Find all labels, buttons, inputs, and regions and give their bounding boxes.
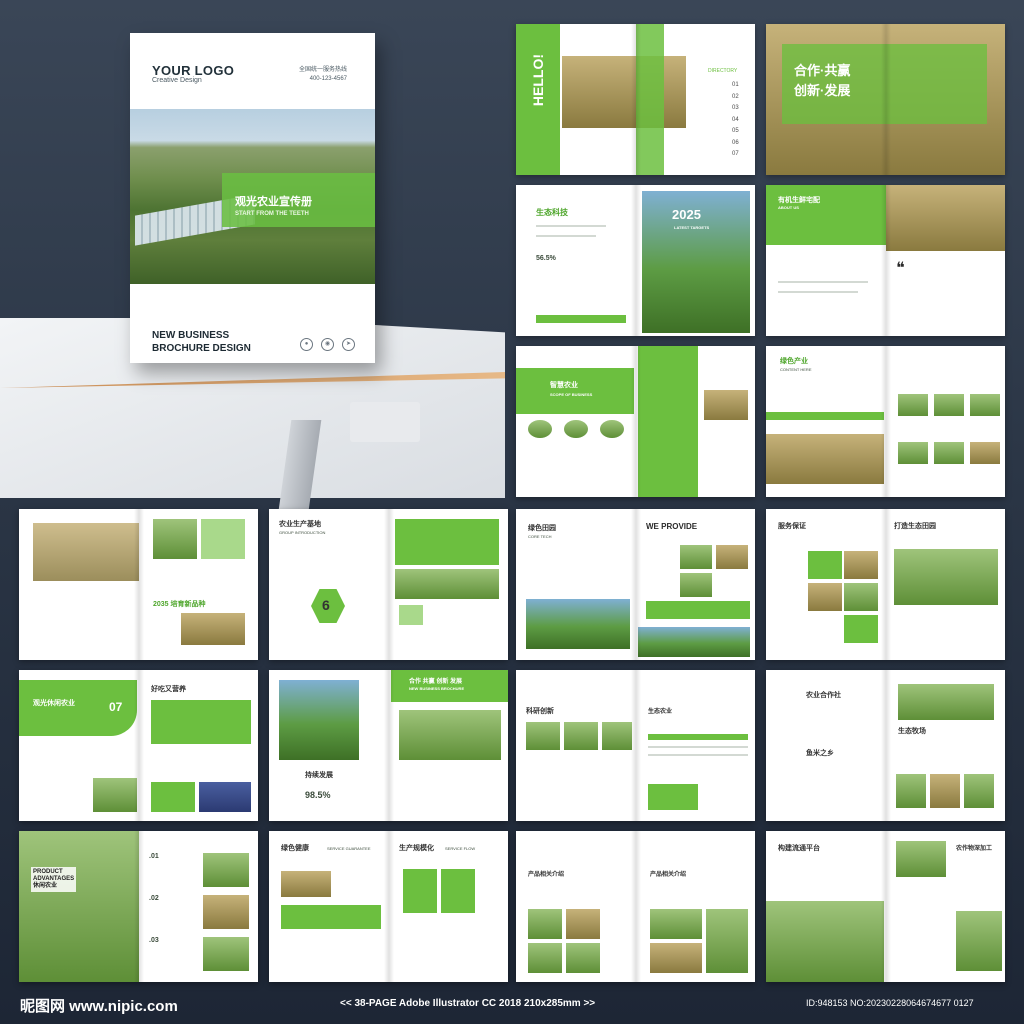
cover-logo: YOUR LOGO bbox=[152, 63, 235, 78]
breed-title: 2035 培育新品种 bbox=[153, 601, 206, 608]
latest-targets: LATEST TARGETS bbox=[674, 225, 710, 230]
product-intro-title-2: 产品相关介绍 bbox=[650, 872, 687, 878]
d01: .01 bbox=[149, 853, 159, 860]
cover-hotline: 全国统一服务热线 400-123-4567 bbox=[299, 66, 347, 84]
core-tech: CORE TECH bbox=[528, 534, 552, 539]
coop2-title: 合作 共赢 创新 发展 bbox=[409, 679, 463, 685]
green-ind-title: 绿色产业 bbox=[780, 358, 808, 365]
directory-list: 01 02 03 04 05 06 07 bbox=[732, 82, 739, 157]
organic-title: 有机生鲜宅配 bbox=[778, 197, 820, 204]
prod-scale-title: 生产规模化 bbox=[399, 845, 434, 852]
sustain-title: 持续发展 bbox=[305, 772, 333, 779]
spread-green-ind: 绿色产业 CONTENT HERE bbox=[766, 346, 1005, 497]
spread-service: 服务保证 打造生态田园 bbox=[766, 509, 1005, 660]
about-us: ABOUT US bbox=[778, 205, 799, 210]
spread-coop: 合作·共赢 创新·发展 bbox=[766, 24, 1005, 175]
cover-subtitle: START FROM THE TEETH bbox=[235, 211, 309, 217]
spread-hello: HELLO! DIRECTORY 01 02 03 04 05 06 07 bbox=[516, 24, 755, 175]
good-taste-title: 好吃又营养 bbox=[151, 686, 186, 693]
eco-tech-title: 生态科技 bbox=[536, 208, 568, 217]
spread-eco-tech: 生态科技 56.5% 2025 LATEST TARGETS bbox=[516, 185, 755, 336]
hotline-number: 400-123-4567 bbox=[309, 76, 347, 82]
agri-coop-title: 农业合作社 bbox=[806, 692, 841, 699]
leisure-title: 观光休闲农业 bbox=[33, 700, 75, 707]
num07: 07 bbox=[109, 700, 123, 714]
service-guar: SERVICE GUARANTEE bbox=[327, 846, 371, 851]
fish-rice-title: 鱼米之乡 bbox=[806, 750, 834, 757]
spread-organic: 有机生鲜宅配 ABOUT US ❝ bbox=[766, 185, 1005, 336]
spread-breed: 2035 培育新品种 bbox=[19, 509, 258, 660]
scope-text: SCOPE OF BUSINESS bbox=[550, 392, 593, 397]
spread-green-field: 绿色田园 CORE TECH WE PROVIDE bbox=[516, 509, 755, 660]
brochure-cover: YOUR LOGO Creative Design 全国统一服务热线 400-1… bbox=[130, 33, 375, 363]
directory-label: DIRECTORY bbox=[708, 68, 738, 74]
deep-proc-title: 农作物深加工 bbox=[956, 846, 993, 852]
product-adv-title: PRODUCT ADVANTAGES 休闲农业 bbox=[31, 867, 77, 892]
year-text: 2025 bbox=[672, 207, 701, 222]
service-flow: SERVICE FLOW bbox=[445, 846, 476, 851]
green-health-title: 绿色健康 bbox=[281, 845, 309, 852]
research-title: 科研创新 bbox=[526, 708, 554, 715]
quote-icon: ❝ bbox=[896, 260, 905, 277]
spread-agri-coop: 农业合作社 生态牧场 鱼米之乡 bbox=[766, 670, 1005, 821]
platform-title: 构建流通平台 bbox=[778, 845, 820, 852]
cover-icons: ● ◉ ➤ bbox=[300, 338, 355, 351]
spread-product-adv: PRODUCT ADVANTAGES 休闲农业 .01 .02 .03 bbox=[19, 831, 258, 982]
pct2-value: 98.5% bbox=[305, 790, 331, 800]
cover-logo-sub: Creative Design bbox=[152, 77, 202, 84]
pin-icon: ◉ bbox=[321, 338, 334, 351]
location-icon: ● bbox=[300, 338, 313, 351]
coop-text: 合作·共赢 bbox=[794, 63, 851, 78]
build-field-title: 打造生态田园 bbox=[894, 523, 936, 530]
spread-platform: 构建流通平台 农作物深加工 bbox=[766, 831, 1005, 982]
spread-research: 科研创新 生态农业 bbox=[516, 670, 755, 821]
spread-leisure: 观光休闲农业 07 好吃又营养 bbox=[19, 670, 258, 821]
content-here-1: CONTENT HERE bbox=[780, 367, 812, 372]
site-watermark: 昵图网 www.nipic.com bbox=[20, 998, 178, 1015]
spread-base: 农业生产基地 GROUP INTRODUCTION 6 bbox=[269, 509, 508, 660]
service-title: 服务保证 bbox=[778, 523, 806, 530]
spread-product-intro: 产品相关介绍 产品相关介绍 bbox=[516, 831, 755, 982]
six-number: 6 bbox=[322, 597, 330, 613]
send-icon: ➤ bbox=[342, 338, 355, 351]
image-id: ID:948153 NO:20230228064674677 0127 bbox=[806, 998, 974, 1008]
spread-coop2: 持续发展 98.5% 合作 共赢 创新 发展 NEW BUSINESS BROC… bbox=[269, 670, 508, 821]
base-title: 农业生产基地 bbox=[279, 521, 321, 528]
spread-smart: 智慧农业 SCOPE OF BUSINESS bbox=[516, 346, 755, 497]
eco-farm-title: 生态农业 bbox=[648, 709, 673, 715]
cover-bottom-title: NEW BUSINESS BROCHURE DESIGN bbox=[152, 329, 251, 355]
innov-text: 创新·发展 bbox=[794, 83, 851, 98]
brochure-specs: << 38-PAGE Adobe Illustrator CC 2018 210… bbox=[340, 998, 596, 1009]
we-provide: WE PROVIDE bbox=[646, 522, 698, 531]
cover-bottom-line1: NEW BUSINESS bbox=[152, 330, 230, 341]
hello-text: HELLO! bbox=[530, 54, 546, 107]
d03: .03 bbox=[149, 937, 159, 944]
spread-green-health: 绿色健康 SERVICE GUARANTEE 生产规模化 SERVICE FLO… bbox=[269, 831, 508, 982]
smart-title: 智慧农业 bbox=[550, 382, 578, 389]
cover-title: 观光农业宣传册 bbox=[235, 196, 312, 208]
product-intro-title-1: 产品相关介绍 bbox=[528, 872, 565, 878]
nbb-text: NEW BUSINESS BROCHURE bbox=[409, 686, 465, 691]
eco-pasture-title: 生态牧场 bbox=[898, 728, 926, 735]
hotline-label: 全国统一服务热线 bbox=[298, 67, 347, 73]
green-field-title: 绿色田园 bbox=[528, 525, 556, 532]
d02: .02 bbox=[149, 895, 159, 902]
cover-bottom-line2: BROCHURE DESIGN bbox=[152, 343, 251, 354]
pct-value: 56.5% bbox=[536, 255, 556, 262]
table-stand bbox=[350, 402, 420, 442]
group-intro: GROUP INTRODUCTION bbox=[279, 530, 326, 535]
